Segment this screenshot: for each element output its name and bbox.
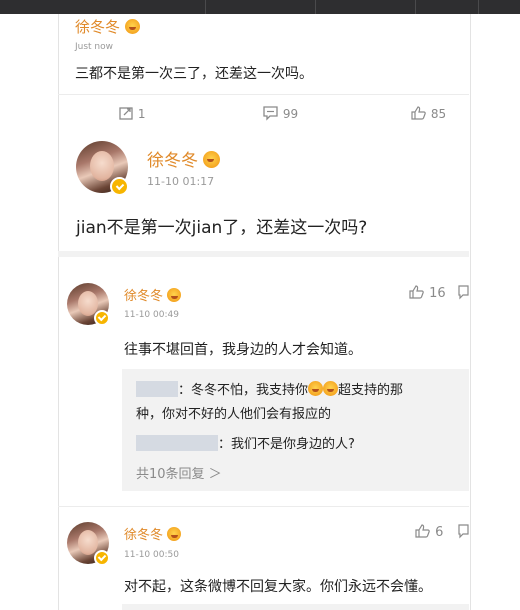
reply-text: 超支持的那 bbox=[338, 383, 404, 398]
author-name[interactable]: 徐冬冬 bbox=[75, 18, 120, 36]
verified-badge-icon bbox=[110, 177, 129, 196]
emoji-icon bbox=[124, 19, 140, 34]
comment-text: 往事不堪回首，我身边的人才会知道。 bbox=[124, 342, 362, 358]
top-bar-divider bbox=[478, 0, 479, 14]
top-comment-text: 三都不是第一次三了，还差这一次吗。 bbox=[75, 66, 313, 82]
top-bar-divider bbox=[205, 0, 206, 14]
emoji-icon bbox=[308, 381, 324, 396]
thumbs-up-icon bbox=[411, 106, 426, 120]
post-text: jian不是第一次jian了，还差这一次吗? bbox=[76, 218, 368, 238]
reply-icon[interactable] bbox=[457, 523, 469, 539]
view-all-replies-link[interactable]: 共10条回复 ＞ bbox=[136, 463, 222, 482]
like-button[interactable]: 85 bbox=[410, 105, 446, 121]
reply-icon[interactable] bbox=[457, 284, 469, 300]
comment-count: 99 bbox=[282, 107, 299, 121]
comment-author[interactable]: 徐冬冬 bbox=[124, 285, 182, 304]
top-bar-divider bbox=[415, 0, 416, 14]
comment-like-button[interactable]: 6 bbox=[414, 523, 443, 540]
author-name[interactable]: 徐冬冬 bbox=[147, 151, 198, 171]
top-comment-author[interactable]: 徐冬冬 bbox=[75, 16, 140, 37]
thumbs-up-icon bbox=[409, 285, 424, 299]
redacted-username bbox=[136, 381, 178, 397]
section-separator bbox=[58, 251, 469, 257]
verified-badge-icon bbox=[94, 550, 110, 566]
redacted-username bbox=[136, 435, 218, 451]
post-author[interactable]: 徐冬冬 bbox=[147, 146, 221, 171]
like-count: 85 bbox=[430, 107, 447, 121]
content-frame bbox=[58, 14, 471, 610]
emoji-icon bbox=[323, 381, 339, 396]
repost-icon bbox=[119, 107, 133, 120]
top-bar-divider bbox=[315, 0, 316, 14]
emoji-icon bbox=[203, 151, 221, 168]
comment-author[interactable]: 徐冬冬 bbox=[124, 524, 182, 543]
top-comment-time: Just now bbox=[75, 42, 114, 52]
comment-time: 11-10 00:49 bbox=[124, 310, 179, 320]
comment-like-count: 16 bbox=[429, 286, 446, 301]
divider bbox=[58, 506, 469, 507]
reply-text: 种，你对不好的人他们会有报应的 bbox=[136, 407, 332, 422]
divider bbox=[58, 94, 469, 95]
verified-badge-icon bbox=[94, 310, 110, 326]
replies-box bbox=[122, 604, 469, 610]
reply-text: ：我们不是你身边的人? bbox=[218, 437, 355, 452]
comment-like-count: 6 bbox=[435, 525, 444, 540]
comment-icon bbox=[263, 106, 278, 121]
comment-like-button[interactable]: 16 bbox=[408, 284, 446, 301]
comment-button[interactable]: 99 bbox=[262, 105, 298, 121]
repost-button[interactable]: 1 bbox=[118, 105, 145, 121]
comment-time: 11-10 00:50 bbox=[124, 550, 179, 560]
post-time: 11-10 01:17 bbox=[147, 175, 215, 188]
emoji-icon bbox=[167, 288, 182, 302]
reply-item[interactable]: ：冬冬不怕，我支持你 超支持的那 种，你对不好的人他们会有报应的 bbox=[136, 379, 466, 427]
repost-count: 1 bbox=[137, 107, 146, 121]
author-name[interactable]: 徐冬冬 bbox=[124, 289, 163, 304]
author-name[interactable]: 徐冬冬 bbox=[124, 528, 163, 543]
reply-item[interactable]: ：我们不是你身边的人? bbox=[136, 433, 355, 452]
comment-text: 对不起，这条微博不回复大家。你们永远不会懂。 bbox=[124, 579, 432, 595]
window-top-bar bbox=[0, 0, 520, 14]
emoji-icon bbox=[167, 527, 182, 541]
reply-text: ：冬冬不怕，我支持你 bbox=[178, 383, 309, 398]
thumbs-up-icon bbox=[415, 524, 430, 538]
